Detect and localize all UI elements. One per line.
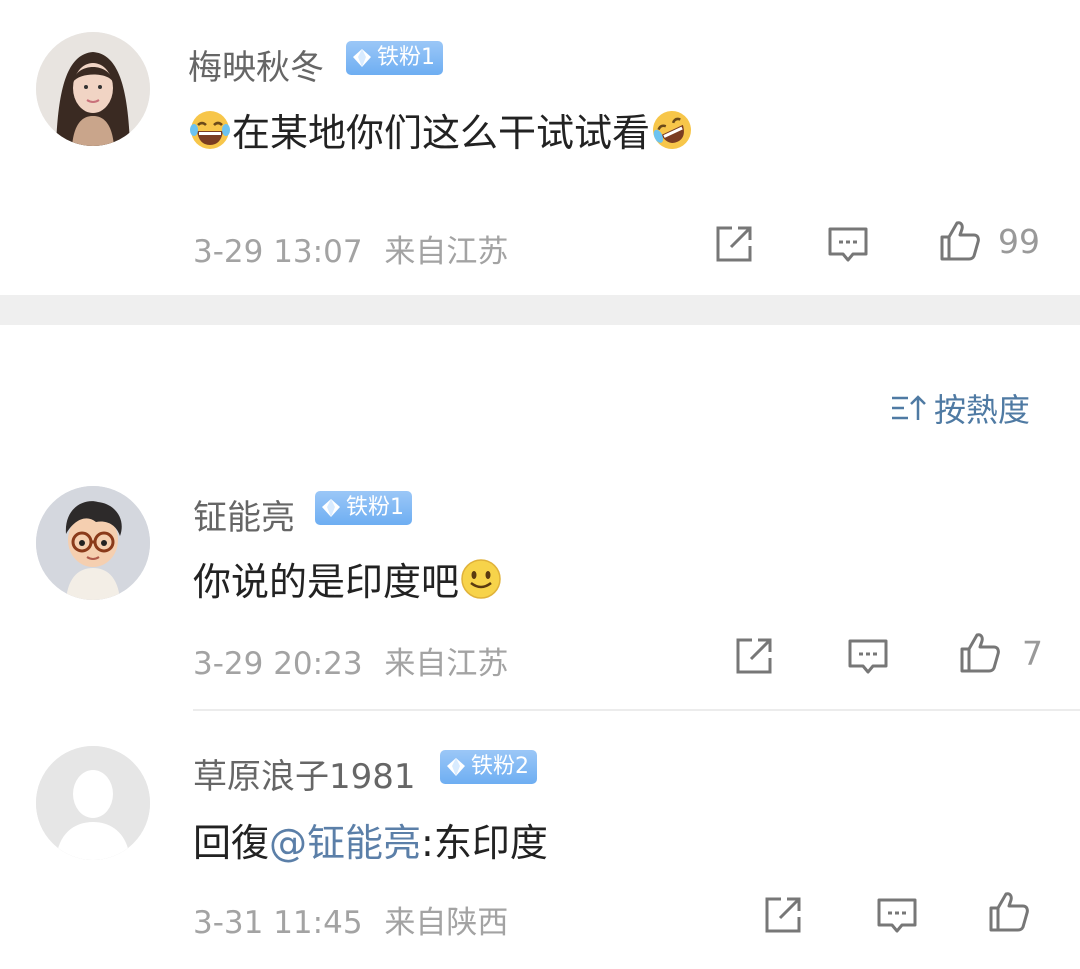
avatar-cartoon-boy[interactable] xyxy=(36,486,150,600)
badge-label: 铁粉2 xyxy=(471,754,529,779)
timestamp: 3-29 20:23 xyxy=(193,646,363,682)
fan-badge: 铁粉1 xyxy=(315,491,412,525)
diamond-icon xyxy=(352,48,372,68)
comment-icon[interactable] xyxy=(875,893,919,937)
comment-text: 你说的是印度吧 xyxy=(193,551,503,606)
avatar-default[interactable] xyxy=(36,746,150,860)
location: 来自陕西 xyxy=(384,905,509,941)
username[interactable]: 草原浪子1981 xyxy=(193,749,416,798)
laugh-cry-emoji xyxy=(190,110,230,149)
share-icon[interactable] xyxy=(712,222,756,266)
comment-body: 你说的是印度吧 xyxy=(193,560,460,604)
fan-badge: 铁粉1 xyxy=(346,41,443,75)
reply-divider xyxy=(193,709,1080,711)
location: 来自江苏 xyxy=(384,234,509,270)
diamond-icon xyxy=(321,498,341,518)
crying-laugh-emoji xyxy=(653,110,692,149)
diamond-icon xyxy=(446,757,466,777)
badge-label: 铁粉1 xyxy=(346,495,404,520)
sort-icon xyxy=(892,395,926,420)
section-divider xyxy=(0,295,1080,325)
comment-text: 回復 @钲能亮 :东印度 xyxy=(193,812,548,867)
comment-text: 在某地你们这么干试试看 xyxy=(188,102,694,157)
avatar-woman[interactable] xyxy=(36,32,150,146)
timestamp: 3-29 13:07 xyxy=(193,234,363,270)
comment-meta: 3-31 11:45 来自陕西 xyxy=(193,897,508,942)
username[interactable]: 钲能亮 xyxy=(193,490,295,539)
timestamp: 3-31 11:45 xyxy=(193,905,363,941)
like-count: 7 xyxy=(1022,633,1043,673)
reply-prefix: 回復 xyxy=(193,821,270,865)
fan-badge: 铁粉2 xyxy=(440,750,537,784)
mention-link[interactable]: @钲能亮 xyxy=(269,812,421,867)
like-button[interactable]: 7 xyxy=(958,631,1043,675)
thumbs-up-icon[interactable] xyxy=(938,219,982,263)
comment-body: :东印度 xyxy=(421,821,548,865)
location: 来自江苏 xyxy=(384,646,509,682)
share-icon[interactable] xyxy=(732,634,776,678)
badge-label: 铁粉1 xyxy=(377,45,435,70)
comment-body: 在某地你们这么干试试看 xyxy=(232,111,651,155)
comment-icon[interactable] xyxy=(846,634,890,678)
comment-meta: 3-29 20:23 来自江苏 xyxy=(193,638,508,683)
sort-button[interactable]: 按熱度 xyxy=(890,385,1030,431)
username[interactable]: 梅映秋冬 xyxy=(188,40,324,89)
like-count: 99 xyxy=(998,221,1040,261)
smile-emoji xyxy=(461,558,501,599)
share-icon[interactable] xyxy=(761,893,805,937)
comment-meta: 3-29 13:07 来自江苏 xyxy=(193,226,508,271)
thumbs-up-icon[interactable] xyxy=(958,631,1002,675)
thumbs-up-icon[interactable] xyxy=(987,890,1031,934)
comment-icon[interactable] xyxy=(826,222,870,266)
like-button[interactable]: 99 xyxy=(938,219,1040,263)
sort-label: 按熱度 xyxy=(934,391,1031,429)
